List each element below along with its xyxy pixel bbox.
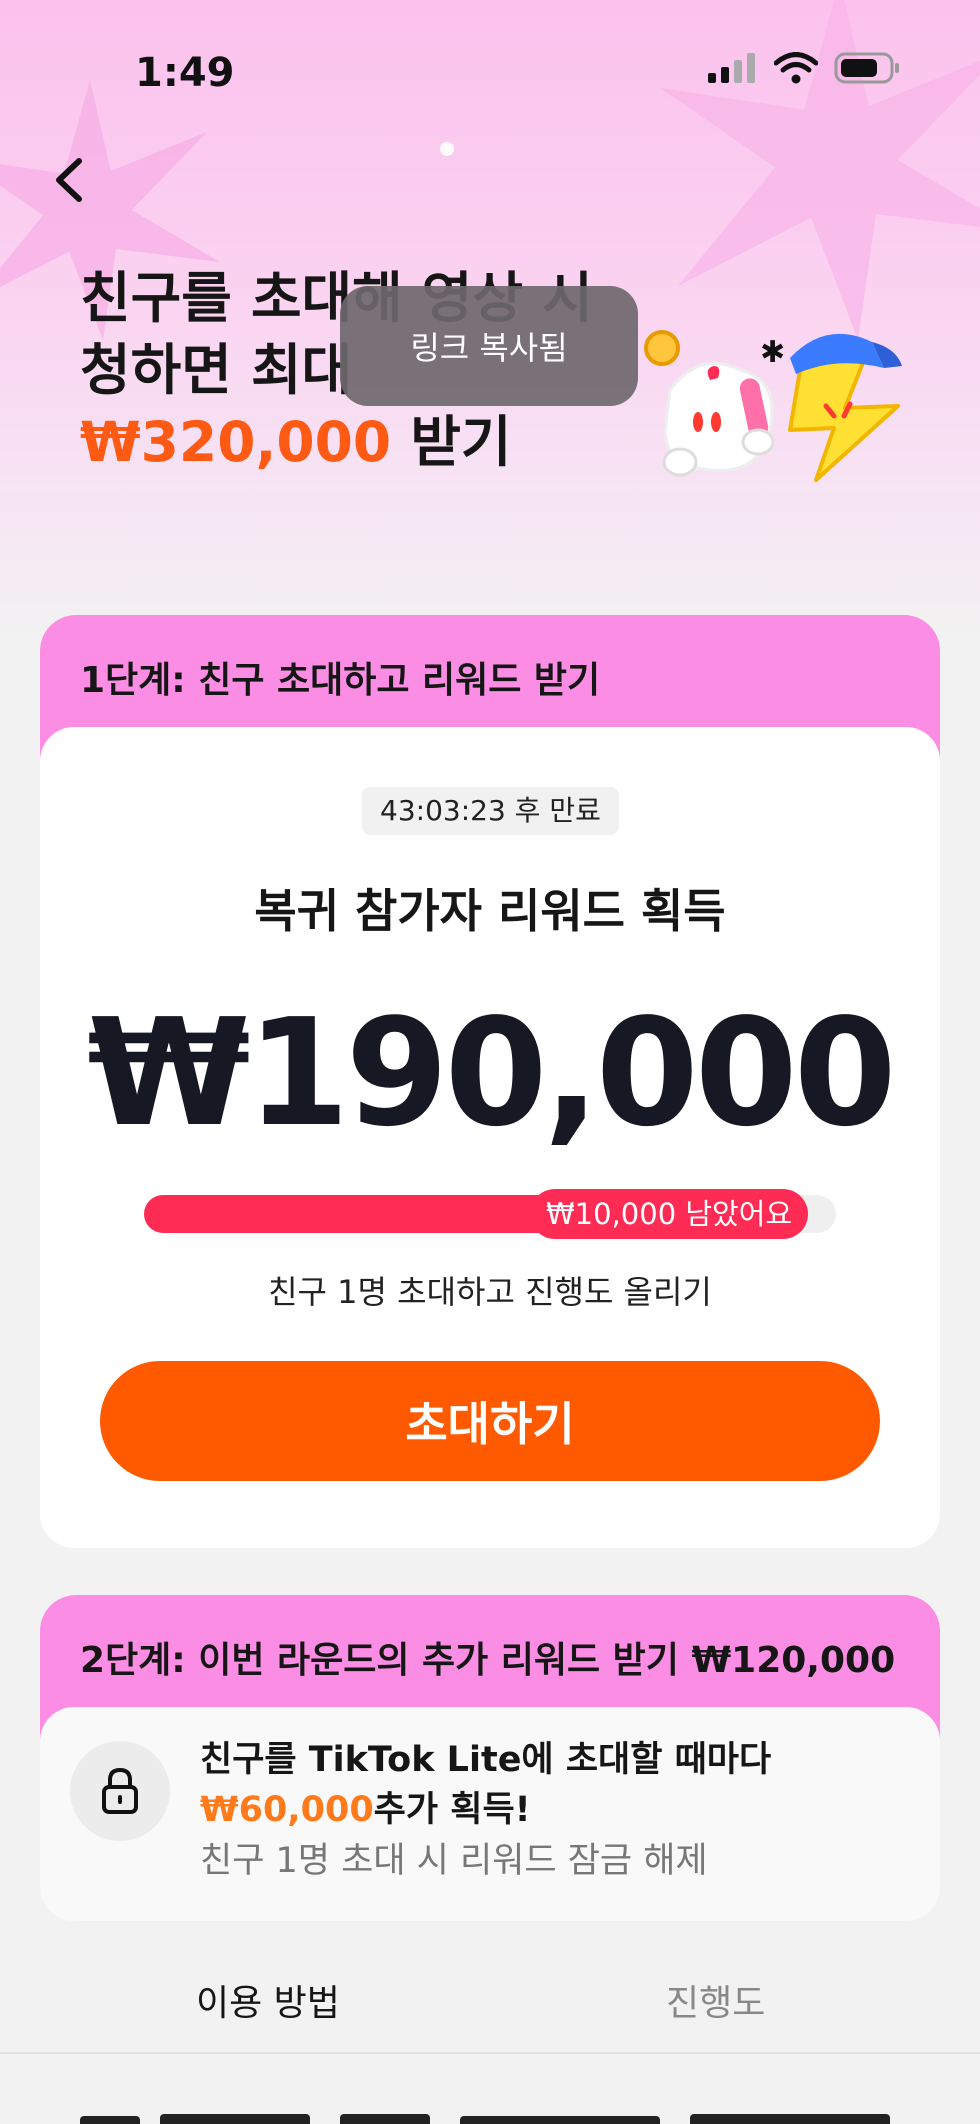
page-indicator-dot [440,142,454,156]
step2-card: 2단계: 이번 라운드의 추가 리워드 받기 ₩120,000 친구를 TikT… [40,1595,940,1921]
tab-progress[interactable]: 진행도 [666,1974,765,2026]
cut-off-heading [80,2114,890,2124]
reward-amount: ₩190,000 [87,987,896,1159]
step2-heading: 2단계: 이번 라운드의 추가 리워드 받기 ₩120,000 [80,1640,896,1681]
hero-title-line3: ₩320,000 받기 [80,406,640,478]
hero-title-suffix: 받기 [391,410,512,474]
battery-icon [834,52,899,84]
status-time: 1:49 [135,50,235,96]
back-button[interactable] [38,150,98,210]
step2-sub: 친구 1명 초대 시 리워드 잠금 해제 [200,1841,708,1881]
lock-icon [102,1767,138,1814]
invite-button[interactable]: 초대하기 [100,1361,880,1481]
tab-divider [0,2052,980,2054]
step2-line2: ₩60,000추가 획득! [200,1785,920,1835]
progress-remaining-badge: ₩10,000 남았어요 [530,1189,809,1239]
decorative-burst-right [660,0,980,340]
step2-body: 친구를 TikTok Lite에 초대할 때마다 ₩60,000추가 획득! 친… [40,1707,940,1921]
mascot-illustration: ✱ [644,330,902,482]
step2-bonus-amount: ₩60,000 [200,1790,374,1830]
svg-text:✱: ✱ [760,335,785,370]
hero-title-amount: ₩320,000 [80,410,392,474]
link-copied-toast: 링크 복사됨 [340,286,638,406]
reward-label: 복귀 참가자 리워드 획득 [254,884,726,938]
step2-bonus-suffix: 추가 획득! [373,1790,531,1830]
step2-line1: 친구를 TikTok Lite에 초대할 때마다 [200,1740,772,1780]
signal-icon [708,53,755,83]
status-icons [708,52,900,84]
step2-text: 친구를 TikTok Lite에 초대할 때마다 ₩60,000추가 획득! 친… [200,1735,920,1887]
lock-badge [70,1741,170,1841]
back-chevron-icon [56,158,82,202]
tab-bar: 이용 방법 진행도 [0,1950,980,2055]
wifi-icon [774,52,818,84]
expiry-badge: 43:03:23 후 만료 [362,787,619,835]
step1-card: 1단계: 친구 초대하고 리워드 받기 43:03:23 후 만료 복귀 참가자… [40,615,940,1548]
progress-hint: 친구 1명 초대하고 진행도 올리기 [268,1273,712,1311]
step1-heading: 1단계: 친구 초대하고 리워드 받기 [80,660,601,701]
tab-how-to[interactable]: 이용 방법 [196,1974,340,2026]
step1-body: 43:03:23 후 만료 복귀 참가자 리워드 획득 ₩190,000 ₩10… [40,727,940,1548]
